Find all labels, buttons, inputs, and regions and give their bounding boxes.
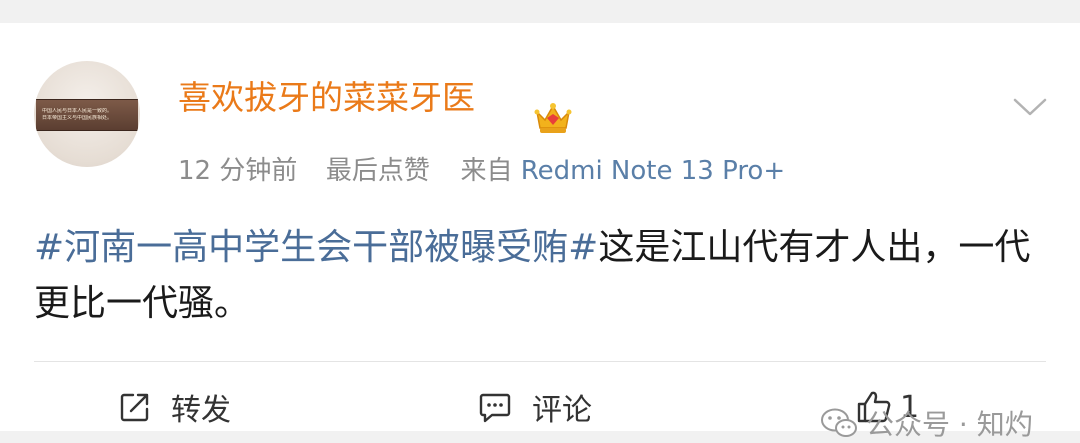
crown-icon: [534, 103, 572, 133]
post-meta: 12 分钟前 最后点赞 来自 Redmi Note 13 Pro+: [178, 154, 785, 188]
weibo-post-card: 中国人民与日本人民是一致的。 日本帝国主义与中国民族相处。 喜欢拔牙的菜菜牙医 …: [0, 23, 1080, 441]
avatar-caption-line1: 中国人民与日本人民是一致的。: [42, 108, 113, 114]
source-prefix: 来自: [460, 156, 513, 186]
divider: [34, 361, 1046, 362]
device-link[interactable]: Redmi Note 13 Pro+: [521, 156, 785, 186]
post-content: #河南一高中学生会干部被曝受贿#这是江山代有才人出，一代更比一代骚。: [34, 220, 1044, 332]
repost-icon: [120, 393, 149, 422]
avatar-plaque: 中国人民与日本人民是一致的。 日本帝国主义与中国民族相处。: [36, 99, 138, 131]
post-time: 12 分钟前: [178, 156, 298, 186]
topic-link[interactable]: #河南一高中学生会干部被曝受贿#: [34, 227, 598, 268]
watermark-text: 公众号 · 知灼: [866, 408, 1033, 441]
wechat-icon: [821, 408, 857, 437]
avatar-caption-line2: 日本帝国主义与中国民族相处。: [42, 115, 113, 121]
username[interactable]: 喜欢拔牙的菜菜牙医: [178, 78, 475, 118]
last-like-label: 最后点赞: [325, 156, 430, 186]
avatar[interactable]: 中国人民与日本人民是一致的。 日本帝国主义与中国民族相处。: [34, 61, 140, 167]
comment-label: 评论: [532, 393, 592, 428]
repost-button[interactable]: 转发: [119, 387, 231, 428]
watermark: 公众号 · 知灼: [820, 403, 1033, 443]
repost-label: 转发: [171, 393, 231, 428]
chevron-down-icon[interactable]: [1012, 95, 1048, 119]
comment-icon: [479, 393, 511, 423]
comment-button[interactable]: 评论: [478, 387, 592, 428]
